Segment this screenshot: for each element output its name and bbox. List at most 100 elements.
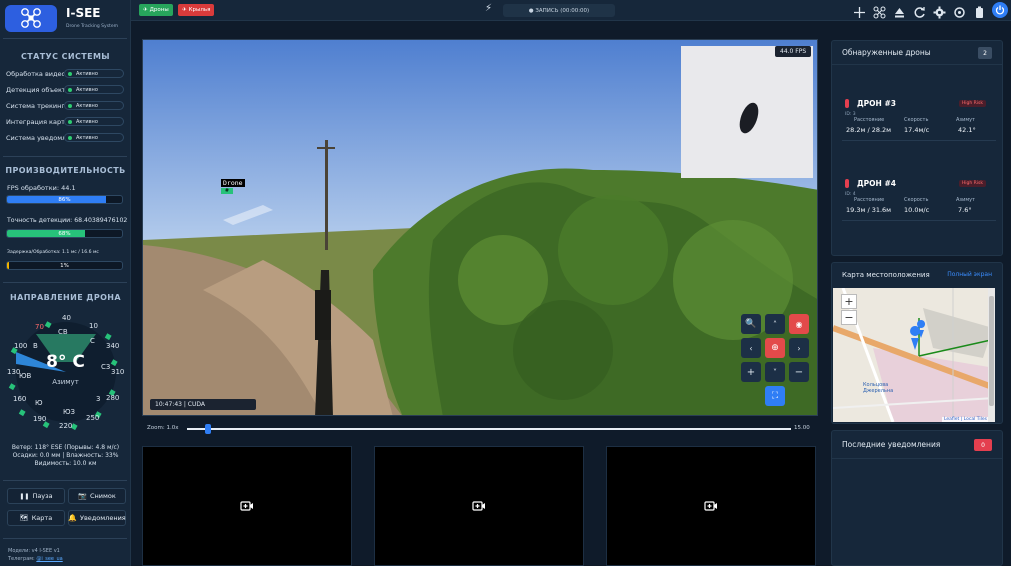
detected-drones-panel: Обнаруженные дроны 2 ДРОН #3 High Risk I… — [831, 40, 1003, 256]
notifications-button[interactable]: 🔔 Уведомления — [68, 510, 126, 526]
plus-icon: + — [746, 366, 756, 378]
pan-left-button[interactable]: ‹ — [741, 338, 761, 358]
divider — [3, 538, 127, 539]
power-button[interactable] — [992, 2, 1008, 18]
eject-icon[interactable] — [893, 4, 906, 18]
chevron-left-icon: ‹ — [749, 343, 753, 353]
drone-card[interactable]: ДРОН #3 High Risk ID: 3 Расстояние Скоро… — [842, 99, 996, 147]
compass-label: 340 — [106, 342, 120, 350]
main-video-feed[interactable]: 44.0 FPS Drone # 10:47:43 | CUDA 🔍 ˄ ◉ ‹… — [142, 39, 818, 416]
track-target-button[interactable]: ◉ — [789, 314, 809, 334]
detection-box[interactable]: Drone # — [221, 179, 245, 194]
pan-up-button[interactable]: ˄ — [765, 314, 785, 334]
camera-icon: 📷 — [78, 492, 87, 500]
compass-label: СВ — [58, 328, 68, 336]
drone-logo-icon — [5, 4, 57, 32]
pan-down-button[interactable]: ˅ — [765, 362, 785, 382]
drone-closeup-image — [739, 102, 759, 134]
camera-target-icon: ◉ — [795, 319, 803, 329]
camera-slot-3[interactable] — [606, 446, 816, 566]
app-subtitle: Drone Tracking System — [66, 24, 118, 29]
pan-right-button[interactable]: › — [789, 338, 809, 358]
footer-telegram: Телеграм: @i_see_ua — [8, 556, 63, 562]
add-camera-icon — [472, 501, 485, 511]
status-row-detection: Детекция объектов Активно — [6, 84, 124, 95]
detection-label: Drone — [221, 179, 245, 187]
map-icon: 🗺 — [19, 514, 29, 522]
map-zoom-in-button[interactable]: + — [841, 294, 857, 309]
move-icon[interactable] — [853, 4, 866, 18]
azimuth-label: Азимут — [52, 378, 79, 386]
drones-tag-button[interactable]: ✈ Дроны — [139, 4, 173, 16]
sidebar: I-SEE Drone Tracking System СТАТУС СИСТЕ… — [0, 0, 131, 566]
map-button[interactable]: 🗺 Карта — [7, 510, 65, 526]
alert-marker — [845, 179, 849, 188]
center-button[interactable]: ⊕ — [765, 338, 785, 358]
add-camera-icon — [704, 501, 717, 511]
divider — [3, 282, 127, 283]
compass-label: 190 — [33, 415, 47, 423]
zoom-out-button[interactable]: 🔍 — [741, 314, 761, 334]
drone-card[interactable]: ДРОН #4 High Risk ID: 4 Расстояние Скоро… — [842, 179, 996, 227]
compass-label: 280 — [106, 394, 120, 402]
compass-label: 3 — [96, 395, 101, 403]
status-row-tracking: Система трекинга Активно — [6, 100, 124, 111]
compass-label: 250 — [86, 414, 100, 422]
accuracy-progress-bar: 68% — [6, 229, 123, 238]
divider — [842, 140, 996, 141]
pip-inset[interactable] — [681, 46, 813, 178]
telegram-link[interactable]: @i_see_ua — [36, 556, 62, 562]
camera-slot-2[interactable] — [374, 446, 584, 566]
map-zoom-out-button[interactable]: − — [841, 310, 857, 325]
zoom-slider-handle[interactable] — [205, 424, 212, 434]
map-place-label: Кольцова Джерельна — [863, 382, 894, 394]
minus-icon: − — [794, 366, 804, 378]
status-row-map: Интеграция карты Активно — [6, 116, 124, 127]
camera-slot-1[interactable] — [142, 446, 352, 566]
location-map[interactable]: + − Кольцова Джерельна Leaflet | Local T… — [833, 288, 995, 422]
detected-drones-title: Обнаруженные дроны 2 — [832, 41, 1002, 65]
drone-icon[interactable] — [873, 4, 886, 19]
alert-marker — [845, 99, 849, 108]
zoom-in-button[interactable]: + — [741, 362, 761, 382]
wings-tag-button[interactable]: ✈ Крылья — [178, 4, 215, 16]
plane-icon: ✈ — [143, 7, 148, 13]
plane-icon: ✈ — [182, 7, 187, 13]
gear-icon[interactable] — [933, 4, 946, 19]
zoom-end-label: 15.00 — [794, 425, 810, 431]
notification-count-badge: 0 — [974, 439, 992, 451]
compass-widget: 40 СВ 10 С 340 С3 310 280 3 250 ЮЗ 220 1… — [6, 312, 125, 436]
record-status[interactable]: ● ЗАПИСЬ (00:00:00) — [503, 4, 615, 17]
minus-button[interactable]: − — [789, 362, 809, 382]
footer-models: Модели: v4 I-SEE v1 — [8, 548, 60, 554]
fullscreen-button[interactable]: ⛶ — [765, 386, 785, 406]
map-tiles — [833, 288, 995, 422]
latency-label: Задержка/Обработка: 1.1 мс / 16.6 мс — [7, 250, 99, 255]
weather-wind: Ветер: 118° ESE (Порывы: 4.8 м/с) — [11, 444, 120, 451]
divider — [3, 480, 127, 481]
status-badge: Активно — [64, 133, 124, 142]
refresh-icon[interactable] — [913, 4, 926, 18]
settings-cog-icon[interactable] — [953, 4, 966, 18]
snapshot-button[interactable]: 📷 Снимок — [68, 488, 126, 504]
app-title: I-SEE — [66, 6, 101, 20]
zoom-slider-track[interactable] — [187, 428, 791, 430]
compass-label: 100 — [14, 342, 28, 350]
map-panel: Карта местоположения Полный экран + − Ко… — [831, 262, 1003, 424]
battery-icon[interactable] — [973, 4, 986, 18]
fps-progress-bar: 86% — [6, 195, 123, 204]
map-scrollbar[interactable] — [988, 288, 995, 422]
map-fullscreen-link[interactable]: Полный экран — [947, 271, 992, 278]
status-dot-icon — [68, 135, 72, 140]
direction-section-title: НАПРАВЛЕНИЕ ДРОНА — [10, 293, 121, 302]
pause-button[interactable]: ❚❚ Пауза — [7, 488, 65, 504]
crosshair-icon: ⊕ — [771, 343, 779, 353]
compass-label: 160 — [13, 395, 27, 403]
status-row-notifications: Система уведомлений Активно — [6, 132, 124, 143]
power-icon — [995, 5, 1005, 15]
compass-label: ЮЗ — [63, 408, 76, 416]
status-dot-icon — [68, 87, 72, 92]
app-root: I-SEE Drone Tracking System СТАТУС СИСТЕ… — [0, 0, 1011, 566]
expand-icon: ⛶ — [771, 391, 779, 401]
drone-count-badge: 2 — [978, 47, 992, 59]
